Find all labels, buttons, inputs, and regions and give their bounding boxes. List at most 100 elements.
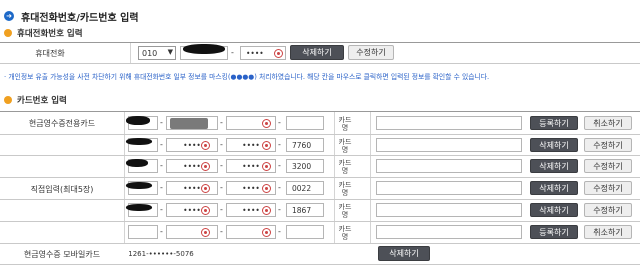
divider — [0, 63, 640, 64]
reveal-mask-icon[interactable] — [262, 141, 271, 150]
card-name-label: 카드 명 — [338, 181, 352, 197]
phone-prefix-select[interactable]: 010 ▼ — [138, 46, 176, 60]
register-button[interactable]: 등록하기 — [530, 116, 578, 130]
divider — [130, 43, 131, 63]
card-part3-value: •••• — [242, 205, 260, 215]
reveal-mask-icon[interactable] — [274, 49, 283, 58]
phone-delete-button[interactable]: 삭제하기 — [290, 45, 344, 60]
phone-section-heading: 휴대전화번호 입력 — [4, 27, 83, 39]
card-part2-value: •••• — [183, 205, 201, 215]
card-name-input[interactable] — [376, 159, 522, 173]
card-name-label: 카드 명 — [338, 203, 352, 219]
card-part4-input[interactable]: 3200 — [286, 159, 324, 173]
edit-button[interactable]: 수정하기 — [584, 181, 632, 195]
delete-button[interactable]: 삭제하기 — [530, 138, 578, 152]
phone-section-title: 휴대전화번호 입력 — [17, 29, 83, 39]
card-part2-value: •••• — [183, 161, 201, 171]
card-last4-value: 1867 — [292, 205, 312, 215]
chevron-down-icon: ▼ — [167, 48, 173, 56]
card-part2-input[interactable]: •••• — [166, 159, 218, 173]
card-part4-input[interactable]: 0022 — [286, 181, 324, 195]
section-bullet-icon — [4, 96, 12, 104]
separator-dash: - — [220, 205, 223, 214]
card-name-input[interactable] — [376, 203, 522, 217]
reveal-mask-icon[interactable] — [262, 119, 271, 128]
divider — [0, 221, 640, 222]
reveal-mask-icon[interactable] — [201, 206, 210, 215]
redaction-mark — [126, 116, 150, 125]
separator-dash: - — [160, 227, 163, 236]
divider — [0, 177, 640, 178]
redaction-mark — [126, 138, 152, 145]
separator-dash: - — [278, 161, 281, 170]
card-name-label: 카드 명 — [338, 116, 352, 132]
separator-dash: - — [160, 205, 163, 214]
phone-last-value: •••• — [246, 48, 264, 58]
card-part3-value: •••• — [242, 183, 260, 193]
masking-notice: · 개인정보 유출 가능성을 사전 차단하기 위해 휴대전화번호 일부 정보를 … — [4, 73, 490, 81]
separator-dash: - — [160, 118, 163, 127]
reveal-mask-icon[interactable] — [201, 228, 210, 237]
cancel-button[interactable]: 취소하기 — [584, 225, 632, 239]
card-part2-input[interactable]: •••• — [166, 138, 218, 152]
edit-button[interactable]: 수정하기 — [584, 203, 632, 217]
card-part3-value: •••• — [242, 161, 260, 171]
separator-dash: - — [220, 140, 223, 149]
edit-button[interactable]: 수정하기 — [584, 138, 632, 152]
card-part1-input[interactable] — [128, 225, 158, 239]
edit-button[interactable]: 수정하기 — [584, 159, 632, 173]
card-part2-input[interactable]: •••• — [166, 181, 218, 195]
delete-button[interactable]: 삭제하기 — [530, 159, 578, 173]
card-name-input[interactable] — [376, 138, 522, 152]
separator-dash: - — [278, 140, 281, 149]
redaction-mark — [126, 204, 152, 211]
separator-dash: - — [220, 118, 223, 127]
page-title-block: ➜ 휴대전화번호/카드번호 입력 — [4, 9, 139, 24]
card-name-label: 카드 명 — [338, 159, 352, 175]
card-last4-value: 7760 — [292, 140, 312, 150]
cancel-button[interactable]: 취소하기 — [584, 116, 632, 130]
phone-edit-button[interactable]: 수정하기 — [348, 45, 394, 60]
card-part2-value: •••• — [183, 183, 201, 193]
register-button[interactable]: 등록하기 — [530, 225, 578, 239]
redaction-mark — [183, 44, 225, 54]
reveal-mask-icon[interactable] — [262, 206, 271, 215]
direct-input-label: 직접입력(최대5장) — [30, 184, 94, 194]
card-part4-input[interactable] — [286, 225, 324, 239]
card-part4-input[interactable]: 7760 — [286, 138, 324, 152]
card-part4-input[interactable] — [286, 116, 324, 130]
card-part2-input[interactable] — [166, 225, 218, 239]
redaction-mark — [126, 182, 152, 189]
reveal-mask-icon[interactable] — [201, 162, 210, 171]
card-part2-input[interactable]: •••• — [166, 203, 218, 217]
card-part4-input[interactable]: 1867 — [286, 203, 324, 217]
card-name-input[interactable] — [376, 116, 522, 130]
reveal-mask-icon[interactable] — [201, 184, 210, 193]
reveal-mask-icon[interactable] — [262, 184, 271, 193]
card-name-input[interactable] — [376, 225, 522, 239]
card-last4-value: 3200 — [292, 161, 312, 171]
separator-dash: - — [220, 161, 223, 170]
delete-button[interactable]: 삭제하기 — [530, 203, 578, 217]
reveal-mask-icon[interactable] — [201, 141, 210, 150]
card-name-label: 카드 명 — [338, 225, 352, 241]
reveal-mask-icon[interactable] — [262, 162, 271, 171]
mobile-card-label: 현금영수증 모바일카드 — [23, 249, 101, 259]
separator-dash: - — [160, 161, 163, 170]
separator-dash: - — [278, 183, 281, 192]
separator-dash: - — [278, 118, 281, 127]
redaction-mark — [126, 159, 148, 167]
delete-button[interactable]: 삭제하기 — [530, 181, 578, 195]
divider — [0, 199, 640, 200]
card-part2-value: •••• — [183, 140, 201, 150]
separator-dash: - — [160, 140, 163, 149]
card-name-input[interactable] — [376, 181, 522, 195]
redaction-mark — [170, 118, 208, 129]
card-section-heading: 카드번호 입력 — [4, 94, 67, 106]
arrow-bullet-icon: ➜ — [4, 11, 14, 21]
divider — [0, 264, 640, 265]
separator-dash: - — [220, 183, 223, 192]
mobile-card-delete-button[interactable]: 삭제하기 — [378, 246, 430, 261]
divider — [0, 155, 640, 156]
reveal-mask-icon[interactable] — [262, 228, 271, 237]
